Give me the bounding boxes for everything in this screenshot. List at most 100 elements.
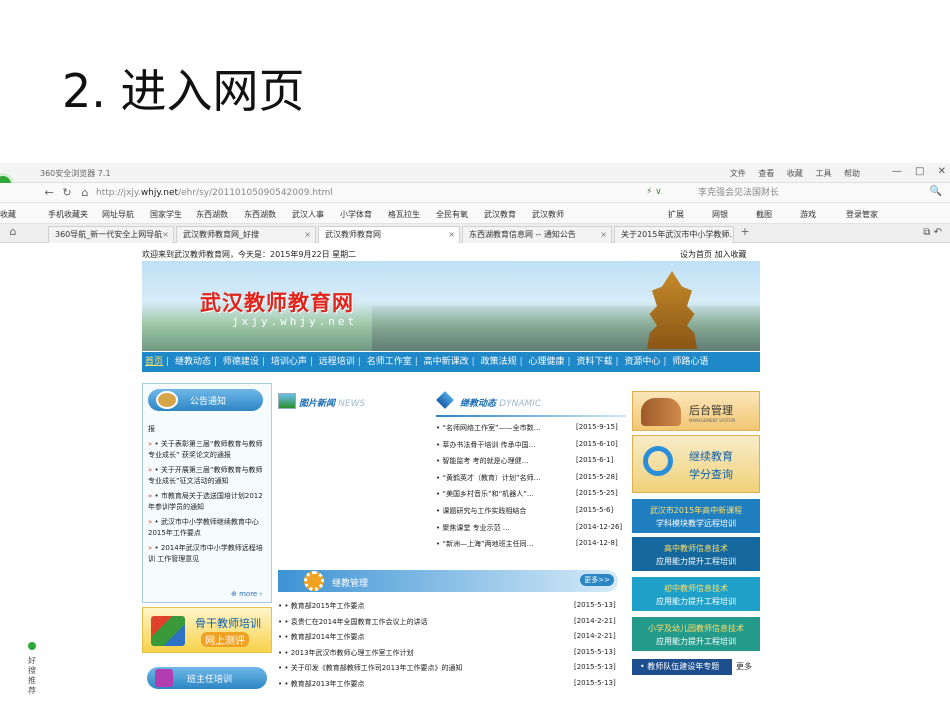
nav-item[interactable]: 师德建设 bbox=[223, 357, 259, 367]
management-more-button[interactable]: 更多>> bbox=[580, 574, 614, 586]
nav-item[interactable]: 资料下载 bbox=[576, 357, 612, 367]
bookmark-item[interactable]: 东西湖数 bbox=[196, 209, 228, 220]
new-tab-button[interactable]: + bbox=[738, 225, 752, 239]
tab-360-nav[interactable]: 360导航_新一代安全上网导航 × bbox=[48, 226, 174, 243]
bookmark-item[interactable]: 格瓦拉生 bbox=[388, 209, 420, 220]
extensions-button[interactable]: 扩展 bbox=[668, 209, 684, 220]
tab-close-icon[interactable]: × bbox=[162, 227, 169, 242]
top-links[interactable]: 设为首页 加入收藏 bbox=[680, 249, 747, 260]
side-recommend-widget[interactable]: 好搜推荐 bbox=[26, 642, 38, 696]
tab-close-icon[interactable]: × bbox=[722, 227, 729, 242]
horn-icon bbox=[156, 391, 178, 409]
list-item[interactable]: • 智能监考 考的就是心理健… [2015-6-1] bbox=[436, 456, 636, 473]
nav-item[interactable]: 政策法规 bbox=[481, 357, 517, 367]
back-icon[interactable]: ← bbox=[42, 186, 56, 200]
bookmark-item[interactable]: 武汉教育 bbox=[484, 209, 516, 220]
menu-view[interactable]: 查看 bbox=[758, 169, 774, 178]
list-item[interactable]: • “黄鹤英才（教育）计划”名师… [2015-5-28] bbox=[436, 473, 636, 490]
list-item[interactable]: • • 教育部2013年工作要点 [2015-5-13] bbox=[278, 679, 633, 695]
backbone-training-banner[interactable]: 骨干教师培训 网上测评 bbox=[142, 607, 272, 653]
bookmark-item[interactable]: 东西湖数 bbox=[244, 209, 276, 220]
tab-dongxihu[interactable]: 东西湖教育信息网 -- 通知公告 × bbox=[462, 226, 612, 243]
list-item[interactable]: • • 教育部2014年工作要点 [2014-2-21] bbox=[278, 632, 633, 648]
login-manager-button[interactable]: 登录管家 bbox=[846, 209, 878, 220]
nav-item[interactable]: 培训心声 bbox=[271, 357, 307, 367]
bookmark-item[interactable]: 武汉教师 bbox=[532, 209, 564, 220]
tab-tools-icon[interactable]: ⧉ ↶ bbox=[923, 227, 942, 238]
list-item[interactable]: • • 教育部2015年工作要点 [2015-5-13] bbox=[278, 601, 633, 617]
bookmark-item[interactable]: 手机收藏夹 bbox=[48, 209, 88, 220]
teacher-team-title[interactable]: • 教师队伍建设年专题 bbox=[632, 659, 732, 675]
search-icon[interactable]: 🔍 bbox=[930, 186, 942, 197]
bookmark-item[interactable]: 全民有氧 bbox=[436, 209, 468, 220]
list-item[interactable]: • • 袁贵仁在2014年全国教育工作会议上的讲话 [2014-2-21] bbox=[278, 617, 633, 633]
bookmark-item[interactable]: 武汉人事 bbox=[292, 209, 324, 220]
nav-item[interactable]: 继教动态 bbox=[175, 357, 211, 367]
title-bar: 360安全浏览器 7.1 文件 查看 收藏 工具 帮助 — □ ✕ bbox=[0, 163, 950, 183]
list-item[interactable]: • “美国乡村音乐”和“机器人”… [2015-5-25] bbox=[436, 489, 636, 506]
list-item[interactable]: • 聚焦课堂 专业示范 … [2014-12-26] bbox=[436, 523, 636, 540]
bookmark-item[interactable]: 网址导航 bbox=[102, 209, 134, 220]
notice-item[interactable]: » • 武汉市中小学教师继续教育中心 2015年工作要点 bbox=[148, 517, 268, 539]
notice-item[interactable]: 报 bbox=[148, 424, 268, 435]
picture-icon bbox=[278, 393, 296, 409]
notice-item[interactable]: » • 市教育局关于选送国培计划2012年参训学员的通知 bbox=[148, 491, 268, 513]
screenshot-button[interactable]: 截图 bbox=[756, 209, 772, 220]
tab-home-icon[interactable]: ⌂ bbox=[6, 225, 20, 239]
bookmark-item[interactable]: 国家学生 bbox=[150, 209, 182, 220]
nav-item[interactable]: 高中新课改 bbox=[424, 357, 469, 367]
bookmark-item[interactable]: 小学体育 bbox=[340, 209, 372, 220]
class-teacher-training-button[interactable]: 班主任培训 bbox=[147, 667, 267, 689]
admin-login-banner[interactable]: 后台管理 MANAGEMENT SYSTEM bbox=[632, 391, 760, 431]
tab-search[interactable]: 武汉教师教育网_好搜 × bbox=[176, 226, 316, 243]
nav-item[interactable]: 师路心语 bbox=[672, 357, 708, 367]
app-title: 360安全浏览器 7.1 bbox=[40, 169, 111, 178]
minimize-icon[interactable]: — bbox=[892, 166, 902, 177]
nav-item[interactable]: 远程培训 bbox=[319, 357, 355, 367]
menu-tools[interactable]: 工具 bbox=[815, 169, 831, 178]
list-item[interactable]: • “名师网络工作室”——全市数… [2015-9-15] bbox=[436, 423, 636, 440]
refresh-icon[interactable]: ↻ bbox=[60, 186, 74, 200]
list-item[interactable]: • 课题研究与工作实践相结合 [2015-5-6] bbox=[436, 506, 636, 523]
tab-close-icon[interactable]: × bbox=[600, 227, 607, 242]
teacher-team-more[interactable]: 更多 bbox=[736, 661, 752, 672]
notice-more-button[interactable]: ⊕ more › bbox=[231, 590, 262, 598]
people-icon bbox=[641, 398, 681, 426]
credit-query-banner[interactable]: 继续教育 学分查询 bbox=[632, 435, 760, 493]
tab-close-icon[interactable]: × bbox=[304, 227, 311, 242]
management-header: 继教管理 更多>> bbox=[278, 570, 618, 592]
nav-home[interactable]: 首页 bbox=[145, 357, 163, 367]
home-icon[interactable]: ⌂ bbox=[78, 186, 92, 200]
hs-it-training-banner[interactable]: 高中教师信息技术 应用能力提升工程培训 bbox=[632, 537, 760, 571]
list-item[interactable]: • “新洲—上海”两地班主任同… [2014-12-8] bbox=[436, 539, 636, 556]
tab-active[interactable]: 武汉教师教育网 × bbox=[318, 226, 460, 243]
notice-header: 公告通知 bbox=[148, 389, 263, 411]
list-item[interactable]: • 莘办书法骨干培训 传承中国… [2015-6-10] bbox=[436, 440, 636, 457]
menu-favorites[interactable]: 收藏 bbox=[787, 169, 803, 178]
hs-curriculum-training-banner[interactable]: 武汉市2015年高中新课程 学科模块教学远程培训 bbox=[632, 499, 760, 533]
site-banner: 武汉教师教育网 jxjy.whjy.net bbox=[142, 261, 760, 351]
tab-notice[interactable]: 关于2015年武汉市中小学教师… × bbox=[614, 226, 734, 243]
close-icon[interactable]: ✕ bbox=[938, 166, 946, 177]
list-item[interactable]: • • 2013年武汉市教师心理工作室工作计划 [2015-5-13] bbox=[278, 648, 633, 664]
url-input[interactable]: http://jxjy.whjy.net/ehr/sy/201101050905… bbox=[96, 186, 636, 201]
notice-item[interactable]: » • 2014年武汉市中小学教师远程培训 工作管理意见 bbox=[148, 543, 268, 565]
games-button[interactable]: 游戏 bbox=[800, 209, 816, 220]
menu-file[interactable]: 文件 bbox=[730, 169, 746, 178]
maximize-icon[interactable]: □ bbox=[915, 166, 924, 177]
menu-help[interactable]: 帮助 bbox=[844, 169, 860, 178]
notice-item[interactable]: » • 关于表彰第三届“教师教育与教师专业成长” 获奖论文的通报 bbox=[148, 439, 268, 461]
bookmark-item[interactable]: 收藏 bbox=[0, 209, 16, 220]
primary-it-training-banner[interactable]: 小学及幼儿园教师信息技术 应用能力提升工程培训 bbox=[632, 617, 760, 651]
search-input[interactable]: 李克强会见法国财长 bbox=[698, 186, 878, 201]
management-list: • • 教育部2015年工作要点 [2015-5-13] • • 袁贵仁在2014… bbox=[278, 601, 633, 694]
nav-item[interactable]: 资源中心 bbox=[624, 357, 660, 367]
list-item[interactable]: • • 关于印发《教育部教师工作司2013年工作要点》的通知 [2015-5-13… bbox=[278, 663, 633, 679]
ebank-button[interactable]: 网银 bbox=[712, 209, 728, 220]
nav-item[interactable]: 心理健康 bbox=[529, 357, 565, 367]
speed-mode-icon[interactable]: ⚡ ∨ bbox=[646, 187, 662, 197]
notice-item[interactable]: » • 关于开展第三届“教师教育与教师专业成长”征文活动的通知 bbox=[148, 465, 268, 487]
nav-item[interactable]: 名师工作室 bbox=[367, 357, 412, 367]
ms-it-training-banner[interactable]: 初中教师信息技术 应用能力提升工程培训 bbox=[632, 577, 760, 611]
tab-close-icon[interactable]: × bbox=[448, 227, 455, 242]
